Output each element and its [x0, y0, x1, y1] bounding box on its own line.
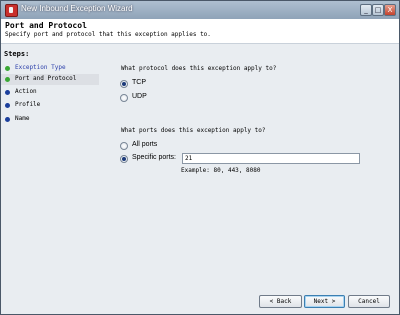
- maximize-button[interactable]: □: [372, 4, 384, 16]
- ports-question: What ports does this exception apply to?: [121, 127, 266, 134]
- page-title: Port and Protocol: [5, 21, 87, 30]
- step-pending-bullet-icon: [5, 117, 10, 122]
- next-button[interactable]: Next >: [304, 295, 345, 308]
- step-label: Profile: [15, 101, 41, 108]
- ports-example: Example: 80, 443, 8080: [181, 167, 261, 174]
- content-panel: What protocol does this exception apply …: [99, 44, 399, 314]
- step-exception-type[interactable]: Exception Type: [1, 63, 99, 74]
- tcp-label[interactable]: TCP: [132, 79, 146, 86]
- specific-ports-radio[interactable]: [120, 155, 128, 163]
- tcp-radio[interactable]: [120, 80, 128, 88]
- step-label: Name: [15, 115, 30, 122]
- udp-label[interactable]: UDP: [132, 93, 147, 100]
- page-header: Port and Protocol Specify port and proto…: [1, 19, 399, 44]
- step-pending-bullet-icon: [5, 103, 10, 108]
- step-label: Port and Protocol: [15, 75, 77, 82]
- step-label: Action: [15, 88, 37, 95]
- step-complete-bullet-icon: [5, 66, 10, 71]
- step-port-and-protocol[interactable]: Port and Protocol: [1, 74, 99, 85]
- specific-ports-input[interactable]: [182, 153, 360, 164]
- all-ports-radio[interactable]: [120, 142, 128, 150]
- step-pending-bullet-icon: [5, 90, 10, 95]
- steps-heading: Steps:: [4, 50, 30, 58]
- page-subtitle: Specify port and protocol that this exce…: [5, 31, 211, 38]
- title-bar[interactable]: New Inbound Exception Wizard _ □ X: [1, 1, 399, 19]
- cancel-button[interactable]: Cancel: [348, 295, 390, 308]
- firewall-icon: [5, 4, 18, 17]
- specific-ports-label[interactable]: Specific ports:: [132, 154, 176, 161]
- back-button[interactable]: < Back: [259, 295, 302, 308]
- protocol-question: What protocol does this exception apply …: [121, 65, 277, 72]
- udp-radio[interactable]: [120, 94, 128, 102]
- close-button[interactable]: X: [384, 4, 396, 16]
- step-action[interactable]: Action: [1, 87, 99, 98]
- step-profile[interactable]: Profile: [1, 100, 99, 111]
- step-label: Exception Type: [15, 64, 66, 71]
- minimize-button[interactable]: _: [360, 4, 372, 16]
- step-name[interactable]: Name: [1, 114, 99, 125]
- steps-panel: Steps: Exception Type Port and Protocol …: [1, 44, 99, 314]
- step-current-bullet-icon: [5, 77, 10, 82]
- window-title: New Inbound Exception Wizard: [21, 4, 133, 13]
- all-ports-label[interactable]: All ports: [132, 141, 157, 148]
- wizard-window: New Inbound Exception Wizard _ □ X Port …: [0, 0, 400, 315]
